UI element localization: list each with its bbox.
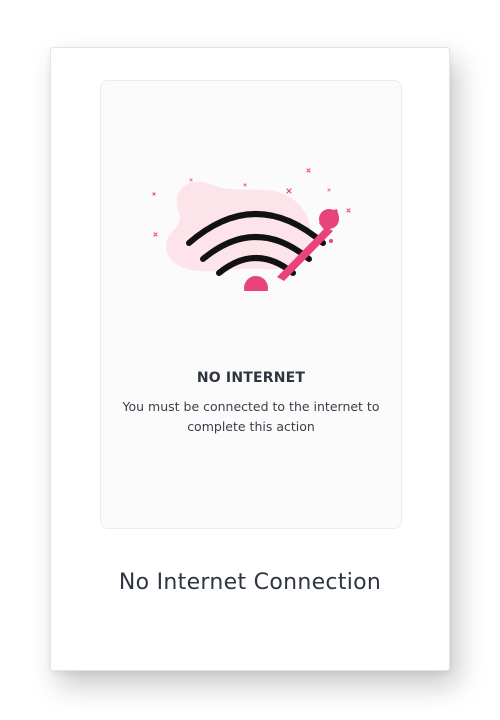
panel-heading: NO INTERNET	[196, 370, 306, 386]
blob-shape	[166, 181, 312, 272]
panel-message: You must be connected to the internet to…	[122, 399, 380, 434]
wifi-off-illustration	[152, 168, 351, 291]
no-internet-panel: NO INTERNET You must be connected to the…	[100, 80, 402, 529]
wifi-dot	[244, 276, 268, 291]
no-internet-card: NO INTERNET You must be connected to the…	[50, 47, 450, 671]
card-caption: No Internet Connection	[118, 570, 382, 595]
